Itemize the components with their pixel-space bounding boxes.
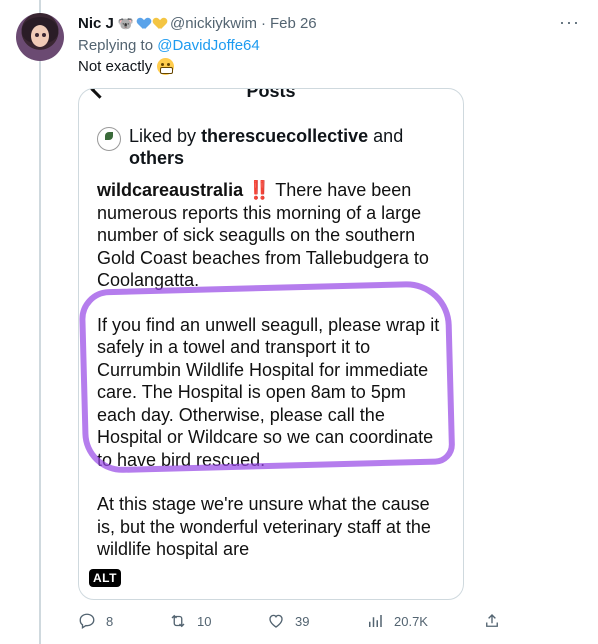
- replying-to-line: Replying to @DavidJoffe64: [78, 37, 260, 54]
- thread-line: [39, 0, 41, 644]
- dot-separator: ·: [260, 14, 266, 32]
- tweet-text: Not exactly: [78, 58, 175, 75]
- share-button[interactable]: [483, 612, 501, 630]
- screenshot-image: Posts Liked by therescuecollective and o…: [79, 89, 463, 599]
- post-paragraph-3: At this stage we're unsure what the caus…: [97, 494, 431, 559]
- purple-highlight-circle: [79, 280, 456, 474]
- avatar[interactable]: [16, 13, 64, 61]
- alt-badge[interactable]: ALT: [89, 569, 121, 587]
- tweet-body: Not exactly: [78, 58, 153, 75]
- author-handle[interactable]: @nickiykwim: [170, 15, 257, 32]
- more-options-icon[interactable]: ···: [559, 12, 580, 33]
- grimacing-face-emoji-icon: [157, 58, 175, 75]
- tweet-actions: 8 10 39 20.7K: [78, 612, 498, 634]
- retweet-button[interactable]: 10: [169, 612, 211, 630]
- tweet-header: Nic J 🐨 @nickiykwim · Feb 26: [78, 13, 317, 33]
- like-button[interactable]: 39: [267, 612, 309, 630]
- reply-icon: [79, 613, 95, 629]
- share-icon: [486, 614, 498, 627]
- yellow-heart-icon: [154, 18, 166, 29]
- replying-to-link[interactable]: @DavidJoffe64: [157, 37, 260, 54]
- view-count: 20.7K: [394, 613, 428, 629]
- tweet-date[interactable]: Feb 26: [270, 15, 317, 32]
- views-button[interactable]: 20.7K: [366, 612, 428, 630]
- koala-emoji-icon: 🐨: [117, 15, 135, 31]
- heart-icon: [269, 614, 283, 628]
- replying-prefix: Replying to: [78, 37, 154, 54]
- retweet-icon: [171, 614, 185, 628]
- post-paragraph-1: wildcareaustralia ‼️ There have been num…: [97, 180, 429, 290]
- liked-by-row: Liked by therescuecollective and others: [97, 125, 403, 169]
- blue-heart-icon: [138, 18, 150, 29]
- posts-title: Posts: [246, 88, 296, 101]
- liked-by-text: Liked by therescuecollective and others: [129, 126, 404, 168]
- rescue-collective-logo-icon: [97, 127, 121, 151]
- reply-button[interactable]: 8: [78, 612, 113, 630]
- retweet-count: 10: [197, 613, 212, 629]
- analytics-icon: [369, 615, 382, 627]
- author-name[interactable]: Nic J: [78, 15, 114, 32]
- reply-count: 8: [106, 613, 114, 629]
- tweet-image[interactable]: Posts Liked by therescuecollective and o…: [78, 88, 464, 600]
- like-count: 39: [295, 613, 310, 629]
